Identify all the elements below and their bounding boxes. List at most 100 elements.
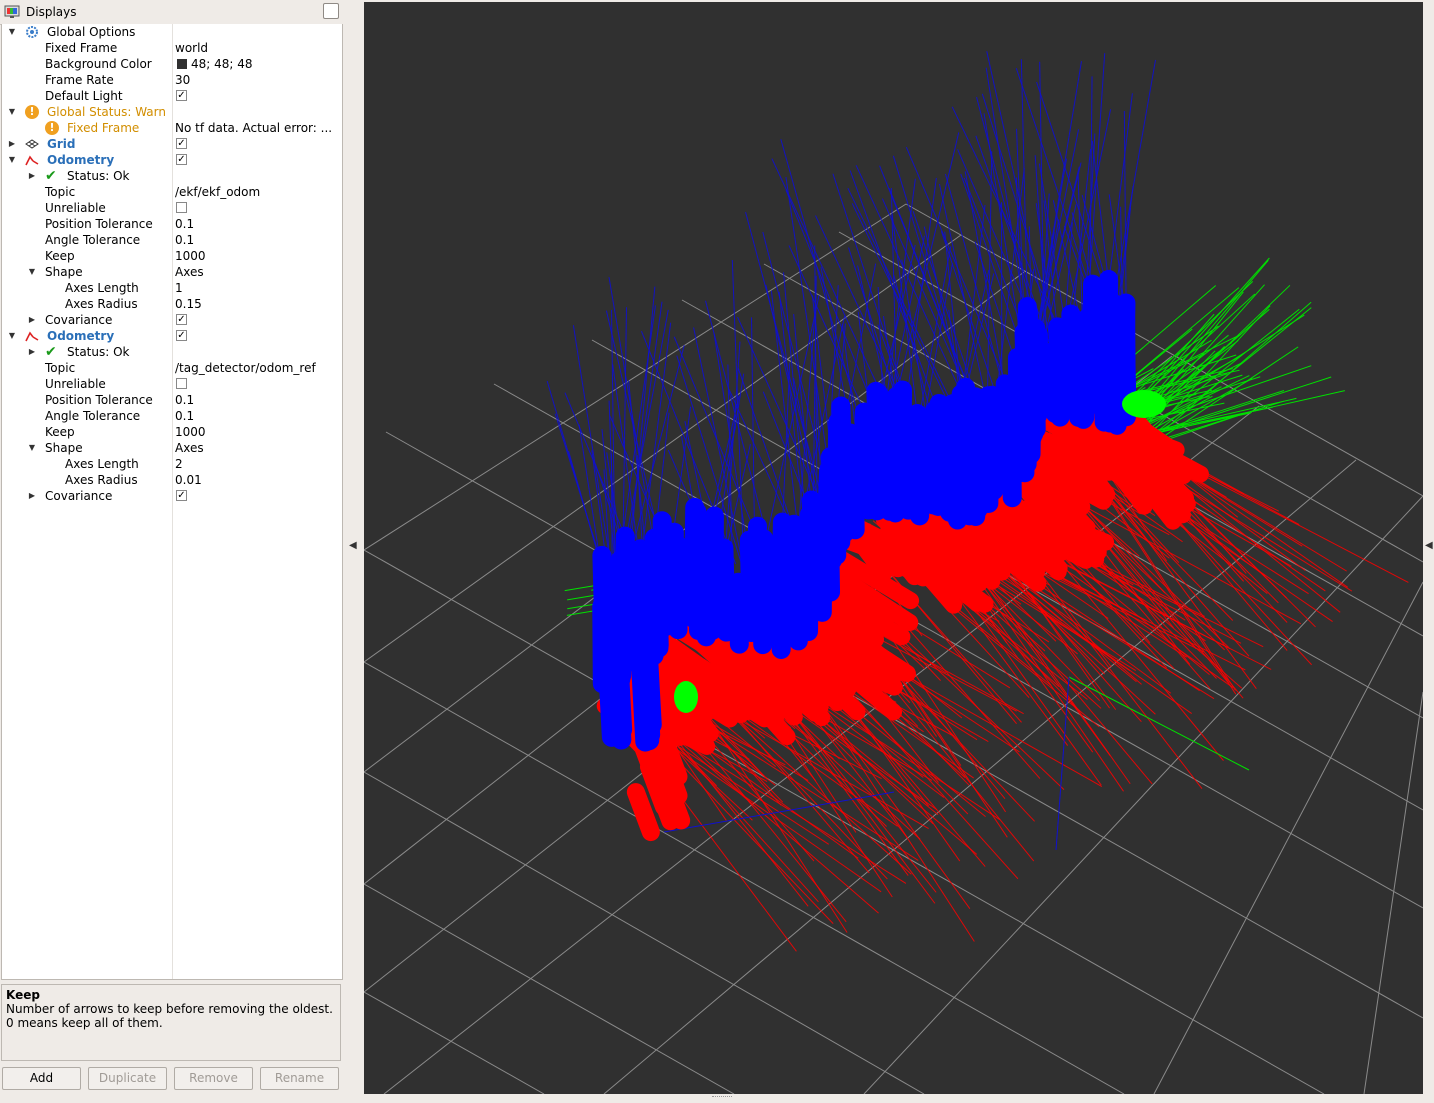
collapse-arrow-icon[interactable]: ▶ xyxy=(27,168,37,184)
3d-render-view[interactable] xyxy=(364,2,1423,1094)
grid-icon xyxy=(25,139,39,149)
add-button[interactable]: Add xyxy=(2,1067,81,1090)
collapse-right-arrow-icon[interactable]: ◀ xyxy=(1425,540,1433,551)
tree-row-background-color[interactable]: Background Color 48; 48; 48 xyxy=(2,56,342,72)
tree-row-covariance-1[interactable]: ▶ Covariance ✓ xyxy=(2,312,342,328)
tree-row-status-ok-2[interactable]: ▶ ✔ Status: Ok xyxy=(2,344,342,360)
odometry-z-axis-cylinder xyxy=(1022,327,1044,444)
odometry-y-axis-line xyxy=(1143,390,1285,437)
remove-button[interactable]: Remove xyxy=(174,1067,253,1090)
tree-row-axes-radius-2[interactable]: Axes Radius 0.01 xyxy=(2,472,342,488)
description-line-1: Number of arrows to keep before removing… xyxy=(6,1002,333,1016)
checkmark-icon: ✔ xyxy=(45,344,57,360)
collapse-arrow-icon[interactable]: ▶ xyxy=(7,136,17,152)
odometry-2-enabled-checkbox[interactable]: ✓ xyxy=(176,330,187,341)
odometry-z-axis-cylinder xyxy=(786,535,808,651)
angle-tolerance-1-value[interactable]: 0.1 xyxy=(175,232,194,248)
tree-row-axes-length-2[interactable]: Axes Length 2 xyxy=(2,456,342,472)
collapse-arrow-icon[interactable]: ▶ xyxy=(27,344,37,360)
tree-label: Fixed Frame xyxy=(67,121,140,135)
tree-row-global-options[interactable]: ▼ Global Options xyxy=(2,24,342,40)
position-tolerance-2-value[interactable]: 0.1 xyxy=(175,392,194,408)
tree-row-status-ok-1[interactable]: ▶ ✔ Status: Ok xyxy=(2,168,342,184)
bottom-resize-grip[interactable] xyxy=(712,1096,732,1101)
tree-row-keep-2[interactable]: Keep 1000 xyxy=(2,424,342,440)
axes-radius-1-value[interactable]: 0.15 xyxy=(175,296,202,312)
keep-2-value[interactable]: 1000 xyxy=(175,424,206,440)
tree-row-topic-2[interactable]: Topic /tag_detector/odom_ref xyxy=(2,360,342,376)
tree-label: Global Status: Warn xyxy=(47,105,166,119)
tree-row-odometry-1[interactable]: ▼ Odometry ✓ xyxy=(2,152,342,168)
collapse-left-arrow-icon[interactable]: ◀ xyxy=(349,540,357,551)
tree-label: Covariance xyxy=(45,489,113,503)
tree-row-frame-rate[interactable]: Frame Rate 30 xyxy=(2,72,342,88)
tree-row-angle-tolerance-1[interactable]: Angle Tolerance 0.1 xyxy=(2,232,342,248)
shape-1-value[interactable]: Axes xyxy=(175,264,204,280)
tree-label: Angle Tolerance xyxy=(45,409,141,423)
unreliable-1-checkbox[interactable] xyxy=(176,202,187,213)
duplicate-button[interactable]: Duplicate xyxy=(88,1067,167,1090)
tree-row-unreliable-1[interactable]: Unreliable xyxy=(2,200,342,216)
position-tolerance-1-value[interactable]: 0.1 xyxy=(175,216,194,232)
collapse-arrow-icon[interactable]: ▶ xyxy=(27,488,37,504)
keep-1-value[interactable]: 1000 xyxy=(175,248,206,264)
expand-arrow-icon[interactable]: ▼ xyxy=(7,24,17,40)
grid-enabled-checkbox[interactable]: ✓ xyxy=(176,138,187,149)
undock-button[interactable] xyxy=(323,3,339,19)
expand-arrow-icon[interactable]: ▼ xyxy=(27,264,37,280)
odometry-z-axis-cylinder xyxy=(897,423,918,520)
axes-length-2-value[interactable]: 2 xyxy=(175,456,183,472)
shape-2-value[interactable]: Axes xyxy=(175,440,204,456)
expand-arrow-icon[interactable]: ▼ xyxy=(7,104,17,120)
tree-label: Shape xyxy=(45,441,83,455)
axes-radius-2-value[interactable]: 0.01 xyxy=(175,472,202,488)
tree-row-position-tolerance-1[interactable]: Position Tolerance 0.1 xyxy=(2,216,342,232)
expand-arrow-icon[interactable]: ▼ xyxy=(7,328,17,344)
tree-label: Unreliable xyxy=(45,377,106,391)
tree-row-default-light[interactable]: Default Light ✓ xyxy=(2,88,342,104)
tree-label: Status: Ok xyxy=(67,169,130,183)
odometry-1-enabled-checkbox[interactable]: ✓ xyxy=(176,154,187,165)
background-color-value[interactable]: 48; 48; 48 xyxy=(174,56,253,72)
tree-row-global-status[interactable]: ▼ ! Global Status: Warn xyxy=(2,104,342,120)
rename-button[interactable]: Rename xyxy=(260,1067,339,1090)
tree-label: Keep xyxy=(45,249,75,263)
tree-row-keep-1[interactable]: Keep 1000 xyxy=(2,248,342,264)
angle-tolerance-2-value[interactable]: 0.1 xyxy=(175,408,194,424)
covariance-2-checkbox[interactable]: ✓ xyxy=(176,490,187,501)
tree-row-angle-tolerance-2[interactable]: Angle Tolerance 0.1 xyxy=(2,408,342,424)
tree-row-axes-length-1[interactable]: Axes Length 1 xyxy=(2,280,342,296)
tree-label: Topic xyxy=(45,185,76,199)
3d-scene[interactable] xyxy=(364,2,1423,1094)
covariance-1-checkbox[interactable]: ✓ xyxy=(176,314,187,325)
fixed-frame-value[interactable]: world xyxy=(175,40,208,56)
tree-row-status-fixed-frame[interactable]: ! Fixed Frame No tf data. Actual error: … xyxy=(2,120,342,136)
topic-1-value[interactable]: /ekf/ekf_odom xyxy=(175,184,260,200)
odometry-z-axis-cylinder xyxy=(739,530,761,643)
tree-label: Angle Tolerance xyxy=(45,233,141,247)
tree-row-shape-1[interactable]: ▼ Shape Axes xyxy=(2,264,342,280)
expand-arrow-icon[interactable]: ▼ xyxy=(27,440,37,456)
tree-label: Grid xyxy=(47,137,76,151)
tree-row-grid[interactable]: ▶ Grid ✓ xyxy=(2,136,342,152)
axes-length-1-value[interactable]: 1 xyxy=(175,280,183,296)
tree-row-position-tolerance-2[interactable]: Position Tolerance 0.1 xyxy=(2,392,342,408)
expand-arrow-icon[interactable]: ▼ xyxy=(7,152,17,168)
tree-row-shape-2[interactable]: ▼ Shape Axes xyxy=(2,440,342,456)
collapse-arrow-icon[interactable]: ▶ xyxy=(27,312,37,328)
default-light-checkbox[interactable]: ✓ xyxy=(176,90,187,101)
odometry-z-axis-line xyxy=(780,139,868,446)
tree-row-odometry-2[interactable]: ▼ Odometry ✓ xyxy=(2,328,342,344)
description-line-2: 0 means keep all of them. xyxy=(6,1016,163,1030)
unreliable-2-checkbox[interactable] xyxy=(176,378,187,389)
tree-row-topic-1[interactable]: Topic /ekf/ekf_odom xyxy=(2,184,342,200)
tree-row-unreliable-2[interactable]: Unreliable xyxy=(2,376,342,392)
odometry-z-axis-cylinder xyxy=(684,502,707,629)
topic-2-value[interactable]: /tag_detector/odom_ref xyxy=(175,360,316,376)
warning-icon: ! xyxy=(45,121,59,135)
tree-row-covariance-2[interactable]: ▶ Covariance ✓ xyxy=(2,488,342,504)
frame-rate-value[interactable]: 30 xyxy=(175,72,190,88)
display-tree[interactable]: ▼ Global Options Fixed Frame world Backg… xyxy=(1,24,343,980)
tree-row-axes-radius-1[interactable]: Axes Radius 0.15 xyxy=(2,296,342,312)
tree-row-fixed-frame[interactable]: Fixed Frame world xyxy=(2,40,342,56)
